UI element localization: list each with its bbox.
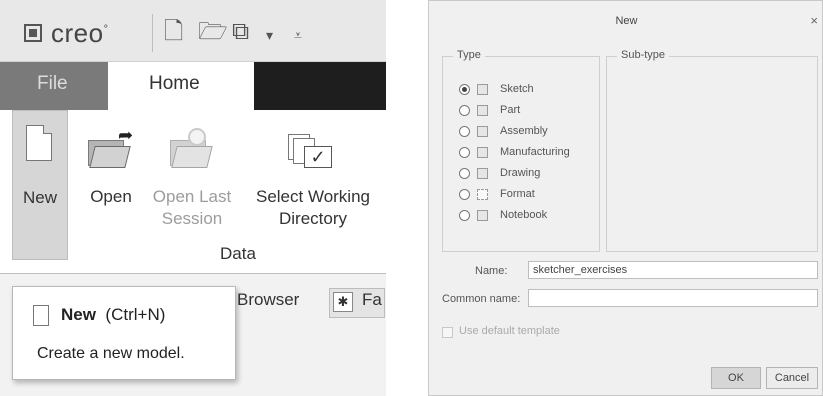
subtype-group-label: Sub-type <box>617 49 670 61</box>
quick-access-toolbar: creo° 🗋 🗁 ⧉ ▾ ⩡ <box>0 0 386 62</box>
open-last-session-label: Open Last Session <box>152 187 232 228</box>
cancel-button[interactable]: Cancel <box>766 367 818 389</box>
use-default-template-checkbox[interactable] <box>442 327 453 338</box>
drawing-icon <box>477 168 488 179</box>
sketch-icon <box>477 84 488 95</box>
tab-home[interactable]: Home <box>108 62 254 112</box>
radio-button[interactable] <box>459 126 470 137</box>
use-default-template-label: Use default template <box>459 325 560 337</box>
customize-toolbar-icon[interactable]: ⩡ <box>294 28 302 42</box>
radio-button[interactable] <box>459 147 470 158</box>
subtype-group: Sub-type <box>606 49 818 252</box>
tooltip-description: Create a new model. <box>37 345 185 362</box>
open-folder-icon[interactable]: 🗁 <box>198 20 228 44</box>
ribbon-tab-bar: File Home <box>0 62 386 112</box>
name-input[interactable] <box>528 261 818 279</box>
chevron-down-icon[interactable]: ▾ <box>266 28 273 42</box>
radio-button[interactable] <box>459 210 470 221</box>
type-group-label: Type <box>453 49 485 61</box>
common-name-label: Common name: <box>442 293 521 305</box>
group-label-data: Data <box>220 244 256 263</box>
new-dialog: New × Type Sketch Part Assembly Manufact… <box>428 0 823 396</box>
new-document-icon <box>33 305 49 326</box>
radio-button[interactable] <box>459 84 470 95</box>
part-icon <box>477 105 488 116</box>
new-document-icon <box>26 125 52 161</box>
open-folder-icon: ➦ <box>88 125 133 168</box>
tab-favorites-label: Fa <box>362 290 382 309</box>
tooltip-title: New (Ctrl+N) <box>61 305 166 324</box>
creo-ribbon-panel: creo° 🗋 🗁 ⧉ ▾ ⩡ File Home New ➦ Open Ope… <box>0 0 386 396</box>
open-last-session-icon <box>170 128 213 168</box>
radio-button[interactable] <box>459 105 470 116</box>
new-button-label: New <box>22 188 57 207</box>
new-file-icon[interactable]: 🗋 <box>164 20 183 44</box>
dialog-title: New <box>615 15 638 27</box>
new-button[interactable]: New <box>12 110 68 260</box>
creo-logo-icon <box>24 24 42 42</box>
toolbar-separator <box>152 14 153 52</box>
close-icon[interactable]: × <box>810 13 818 28</box>
format-icon <box>477 189 488 200</box>
manufacturing-icon <box>477 147 488 158</box>
window-icon[interactable]: ⧉ <box>232 20 249 44</box>
tab-file[interactable]: File <box>0 62 108 110</box>
open-last-session-button[interactable]: Open Last Session <box>146 116 238 248</box>
tab-browser[interactable]: Browser <box>237 290 299 310</box>
radio-button[interactable] <box>459 168 470 179</box>
ribbon-data-group: New ➦ Open Open Last Session ✓ Select Wo… <box>0 110 386 274</box>
open-button[interactable]: ➦ Open <box>76 116 146 248</box>
ok-button[interactable]: OK <box>711 367 761 389</box>
type-group: Type Sketch Part Assembly Manufacturing … <box>442 49 600 252</box>
select-working-directory-button[interactable]: ✓ Select Working Directory <box>240 116 386 248</box>
notebook-icon <box>477 210 488 221</box>
select-working-directory-label: Select Working Directory <box>255 187 370 228</box>
select-directory-icon: ✓ <box>288 134 332 170</box>
radio-button[interactable] <box>459 189 470 200</box>
common-name-input[interactable] <box>528 289 818 307</box>
name-label: Name: <box>475 265 508 277</box>
new-command-tooltip: New (Ctrl+N) Create a new model. <box>12 286 236 380</box>
assembly-icon <box>477 126 488 137</box>
favorites-icon: ✱ <box>333 292 353 312</box>
open-button-label: Open <box>90 187 132 206</box>
app-name: creo° <box>51 18 109 48</box>
